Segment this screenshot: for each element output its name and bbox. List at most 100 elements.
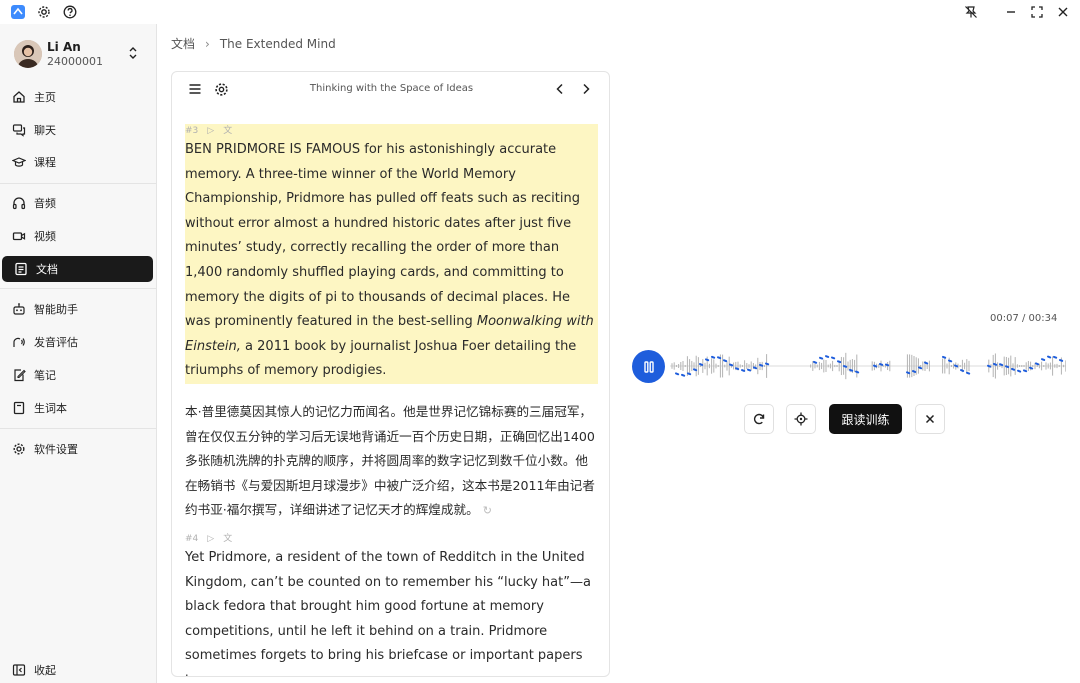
divider [0, 183, 157, 184]
previous-chevron-icon[interactable] [551, 80, 569, 98]
sidebar-item-label: 视频 [34, 228, 56, 244]
sidebar-item-settings[interactable]: 软件设置 [0, 436, 153, 462]
pitch-contour-dash [1018, 371, 1020, 372]
sidebar-item-home[interactable]: 主页 [0, 84, 153, 110]
paragraph-number: #3 [185, 124, 198, 138]
pitch-contour-dash [856, 372, 858, 373]
graduation-cap-icon [12, 155, 26, 169]
pitch-contour-dash [820, 358, 822, 359]
sidebar-item-audio[interactable]: 音频 [0, 190, 153, 216]
pitch-contour-dash [961, 370, 963, 371]
play-paragraph-icon[interactable]: ▷ [207, 532, 214, 546]
sidebar-item-label: 生词本 [34, 400, 67, 416]
close-window-icon[interactable] [1054, 3, 1072, 21]
pitch-contour-dash [943, 357, 945, 358]
pitch-contour-dash [1042, 359, 1044, 360]
pitch-contour-dash [1048, 357, 1050, 358]
playback-time: 00:07 / 00:34 [990, 313, 1057, 324]
settings-gear-icon[interactable] [35, 3, 53, 21]
sidebar-item-label: 课程 [34, 154, 56, 170]
pitch-contour-dash [682, 375, 684, 376]
follow-reading-button[interactable]: 跟读训练 [829, 404, 902, 434]
replay-button[interactable] [744, 404, 774, 434]
pitch-contour-dash [1012, 369, 1014, 370]
avatar [14, 40, 42, 68]
pitch-contour-dash [754, 367, 756, 368]
app-logo-icon [9, 3, 27, 21]
pin-off-icon[interactable] [962, 3, 980, 21]
sidebar-item-label: 智能助手 [34, 301, 78, 317]
breadcrumb-current: The Extended Mind [220, 37, 336, 51]
pitch-contour-dash [730, 365, 732, 366]
minimize-icon[interactable] [1002, 3, 1020, 21]
pitch-contour-dash [766, 364, 768, 365]
translate-icon[interactable]: 文 [223, 532, 232, 546]
sidebar-item-chat[interactable]: 聊天 [0, 117, 153, 143]
paragraph-text-part: a 2011 book by journalist Joshua Foer de… [185, 339, 576, 379]
pitch-contour-dash [1006, 366, 1008, 367]
pitch-contour-dash [814, 362, 816, 363]
collapse-sidebar-button[interactable]: 收起 [0, 657, 153, 683]
sidebar-item-label: 笔记 [34, 367, 56, 383]
sidebar-item-notes[interactable]: 笔记 [0, 362, 153, 388]
robot-icon [12, 302, 26, 316]
home-icon [12, 90, 26, 104]
pitch-contour-dash [886, 365, 888, 366]
audio-waveform[interactable] [670, 340, 1066, 392]
user-id: 24000001 [47, 55, 103, 68]
pitch-contour-dash [736, 368, 738, 369]
sidebar-item-label: 发音评估 [34, 334, 78, 350]
sidebar-item-label: 主页 [34, 89, 56, 105]
translation-text: 本·普里德莫因其惊人的记忆力而闻名。他是世界记忆锦标赛的三届冠军，曾在仅仅五分钟… [185, 404, 595, 517]
paragraph-highlighted[interactable]: #3 ▷ 文 BEN PRIDMORE IS FAMOUS for his as… [185, 124, 598, 384]
user-switcher[interactable]: Li An 24000001 [14, 38, 149, 74]
gear-icon [12, 442, 26, 456]
pitch-contour-dash [1060, 360, 1062, 361]
play-paragraph-icon[interactable]: ▷ [207, 124, 214, 138]
pitch-contour-dash [718, 357, 720, 358]
pitch-contour-dash [955, 366, 957, 367]
pitch-contour-dash [1030, 368, 1032, 369]
sidebar-item-documents[interactable]: 文档 [2, 256, 153, 282]
sidebar-item-vocabulary[interactable]: 生词本 [0, 395, 153, 421]
translate-icon[interactable]: 文 [223, 124, 232, 138]
next-chevron-icon[interactable] [577, 80, 595, 98]
pitch-contour-dash [919, 367, 921, 368]
chat-icon [12, 123, 26, 137]
crosshair-icon [794, 412, 808, 426]
user-name: Li An [47, 40, 81, 54]
pitch-contour-dash [949, 361, 951, 362]
help-icon[interactable] [61, 3, 79, 21]
breadcrumb-separator: › [205, 37, 210, 51]
pitch-contour-dash [988, 366, 990, 367]
reader-title: Thinking with the Space of Ideas [172, 83, 610, 94]
sidebar-item-courses[interactable]: 课程 [0, 149, 153, 175]
breadcrumb-root[interactable]: 文档 [171, 35, 195, 52]
paragraph-text: BEN PRIDMORE IS FAMOUS for his astonishi… [185, 138, 598, 384]
paragraph-text-part: BEN PRIDMORE IS FAMOUS for his astonishi… [185, 142, 580, 329]
refresh-translation-icon[interactable]: ↻ [483, 504, 492, 517]
paragraph-number: #4 [185, 532, 198, 546]
pause-button[interactable] [632, 350, 665, 383]
pitch-contour-dash [700, 364, 702, 365]
sidebar-item-assistant[interactable]: 智能助手 [0, 296, 153, 322]
paragraph-text: Yet Pridmore, a resident of the town of … [185, 546, 598, 677]
locate-button[interactable] [786, 404, 816, 434]
sidebar-item-video[interactable]: 视频 [0, 223, 153, 249]
paragraph[interactable]: #4 ▷ 文 Yet Pridmore, a resident of the t… [185, 532, 598, 677]
pitch-contour-dash [850, 370, 852, 371]
pitch-contour-dash [913, 371, 915, 372]
pitch-contour-dash [712, 357, 714, 358]
pitch-contour-dash [826, 356, 828, 357]
pitch-contour-dash [706, 359, 708, 360]
sidebar-item-pronunciation[interactable]: 发音评估 [0, 329, 153, 355]
video-icon [12, 229, 26, 243]
pitch-contour-dash [1000, 364, 1002, 365]
pitch-contour-dash [925, 363, 927, 364]
pitch-contour-dash [967, 373, 969, 374]
pitch-contour-dash [874, 366, 876, 367]
close-player-button[interactable] [915, 404, 945, 434]
pitch-contour-dash [742, 370, 744, 371]
pitch-contour-dash [760, 365, 762, 366]
maximize-icon[interactable] [1028, 3, 1046, 21]
